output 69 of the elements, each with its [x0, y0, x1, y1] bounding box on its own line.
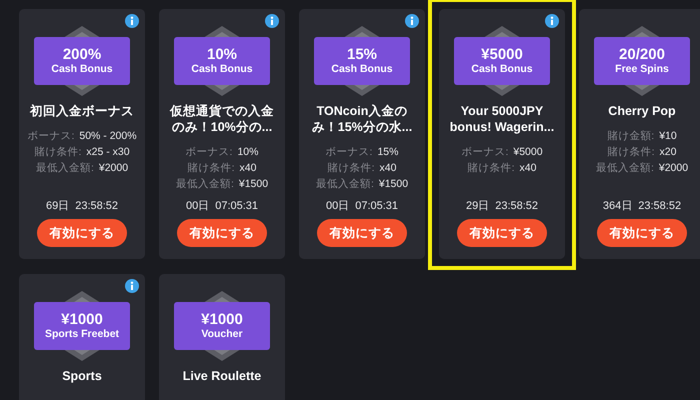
bonus-title: Live Roulette — [182, 368, 262, 384]
detail-value: ¥2000 — [98, 161, 128, 175]
bonus-title: Your 5000JPY bonus! Wagerin... — [448, 103, 556, 135]
detail-value: 15% — [377, 145, 398, 159]
detail-value: x40 — [519, 161, 536, 175]
detail-value: ¥5000 — [513, 145, 543, 159]
detail-value: 50% - 200% — [79, 129, 137, 143]
bonus-amount: 200% — [62, 46, 102, 63]
bonus-amount: ¥1000 — [201, 311, 243, 328]
info-icon[interactable] — [545, 14, 559, 28]
timer-time: 23:58:52 — [75, 199, 118, 213]
detail-label: ボーナス: — [461, 145, 508, 159]
detail-value: x25 - x30 — [86, 145, 130, 159]
info-icon[interactable] — [125, 279, 139, 293]
timer-days: 364日 — [602, 199, 632, 213]
bonus-type: Cash Bonus — [191, 63, 253, 76]
detail-label: ボーナス: — [27, 129, 74, 143]
timer-days: 00日 — [326, 199, 350, 213]
detail-label: ボーナス: — [186, 145, 232, 159]
detail-label: 賭け条件: — [328, 161, 374, 175]
detail-value: ¥10 — [659, 129, 677, 143]
bonus-title: TONcoin入金のみ！15%分の水... — [310, 103, 414, 135]
timer-days: 69日 — [46, 199, 70, 213]
activate-button[interactable]: 有効にする — [177, 219, 267, 247]
bonus-amount: ¥1000 — [61, 311, 103, 328]
timer-time: 23:58:52 — [638, 199, 682, 213]
detail-value: ¥1500 — [378, 177, 408, 191]
detail-value: ¥2000 — [658, 161, 688, 175]
bonus-title: Cherry Pop — [608, 103, 676, 119]
detail-value: x20 — [659, 145, 676, 159]
detail-value: 10% — [237, 145, 258, 159]
detail-label: 最低入金額: — [36, 161, 94, 175]
bonus-title: 初回入金ボーナス — [30, 103, 134, 119]
bonus-amount: 20/200 — [619, 46, 665, 63]
bonus-type: Voucher — [201, 328, 243, 341]
bonus-amount: ¥5000 — [481, 46, 523, 63]
detail-label: 最低入金額: — [596, 161, 654, 175]
detail-label: 賭け条件: — [468, 161, 514, 175]
detail-value: x40 — [239, 161, 256, 175]
bonus-title: 仮想通貨での入金のみ！10%分の... — [168, 103, 275, 135]
bonus-type: Cash Bonus — [51, 63, 113, 76]
timer-time: 07:05:31 — [215, 199, 258, 213]
detail-label: ボーナス: — [326, 145, 372, 159]
detail-label: 賭け条件: — [188, 161, 234, 175]
timer-time: 07:05:31 — [355, 199, 398, 213]
timer-time: 23:58:52 — [495, 199, 538, 213]
bonus-type: Cash Bonus — [471, 63, 533, 76]
activate-button[interactable]: 有効にする — [457, 219, 547, 247]
activate-button[interactable]: 有効にする — [37, 219, 127, 247]
bonus-amount: 10% — [206, 46, 238, 63]
detail-value: ¥1500 — [238, 177, 268, 191]
info-icon[interactable] — [265, 14, 279, 28]
detail-label: 最低入金額: — [316, 177, 374, 191]
timer-days: 00日 — [186, 199, 210, 213]
detail-label: 最低入金額: — [176, 177, 234, 191]
timer-days: 29日 — [466, 199, 490, 213]
detail-label: 賭け金額: — [607, 129, 654, 143]
detail-label: 賭け条件: — [608, 145, 654, 159]
bonus-type: Sports Freebet — [44, 328, 120, 341]
info-icon[interactable] — [125, 14, 139, 28]
info-icon[interactable] — [405, 14, 419, 28]
bonus-amount: 15% — [346, 46, 378, 63]
detail-label: 賭け条件: — [34, 145, 82, 159]
bonus-title: Sports — [62, 368, 102, 384]
bonus-type: Cash Bonus — [331, 63, 393, 76]
detail-value: x40 — [379, 161, 396, 175]
activate-button[interactable]: 有効にする — [597, 219, 687, 247]
bonus-type: Free Spins — [615, 63, 669, 76]
activate-button[interactable]: 有効にする — [317, 219, 407, 247]
